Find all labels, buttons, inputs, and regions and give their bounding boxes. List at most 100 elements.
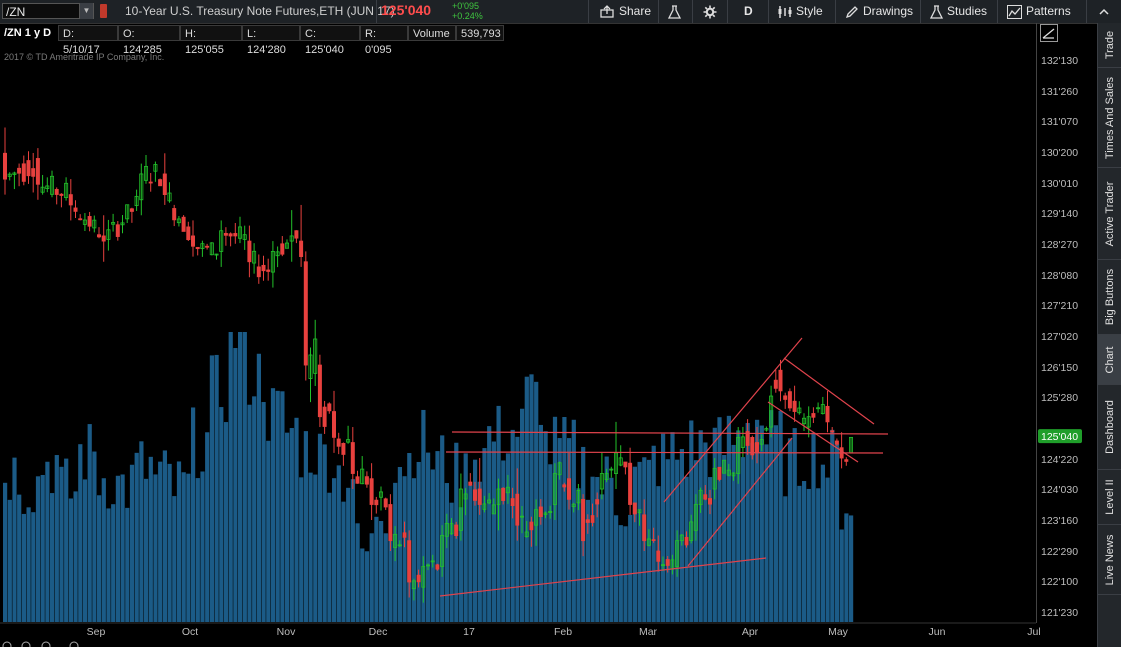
side-tab-label: Active Trader	[1103, 181, 1116, 246]
candle-body	[844, 459, 849, 462]
volume-bar	[750, 442, 755, 622]
candle-body	[538, 506, 543, 517]
volume-bar	[3, 482, 8, 622]
volume-bar	[87, 424, 92, 622]
volume-bar	[839, 529, 844, 622]
volume-bar	[811, 432, 816, 622]
time-tick-label: Dec	[369, 626, 388, 638]
side-tab-label: Dashboard	[1103, 400, 1116, 454]
side-tab-dashboard[interactable]: Dashboard	[1098, 385, 1121, 470]
volume-bar	[820, 464, 825, 622]
candle-body	[585, 519, 590, 523]
candle-body	[355, 476, 360, 484]
volume-bar	[341, 501, 346, 622]
volume-bar	[759, 425, 764, 622]
side-tab-times-and-sales[interactable]: Times And Sales	[1098, 68, 1121, 168]
candle-body	[834, 440, 839, 445]
candle-body	[402, 532, 407, 538]
time-tick-label: Apr	[742, 626, 759, 638]
candle-body	[327, 403, 332, 412]
volume-bar	[242, 332, 247, 622]
side-tab-trade[interactable]: Trade	[1098, 23, 1121, 68]
volume-bar	[40, 474, 45, 622]
side-tab-live-news[interactable]: Live News	[1098, 525, 1121, 595]
candle-body	[256, 266, 261, 278]
volume-bar	[665, 459, 670, 622]
candle-body	[708, 498, 713, 505]
side-tab-label: Times And Sales	[1103, 76, 1116, 159]
candle-body	[811, 413, 816, 418]
candle-body	[331, 411, 336, 438]
volume-bar	[233, 348, 238, 622]
price-tick-label: 124'030	[1041, 484, 1078, 496]
price-tick-label: 122'100	[1041, 576, 1078, 588]
price-tick-label: 127'020	[1041, 331, 1078, 343]
candle-body	[364, 476, 369, 485]
price-tick-label: 132'130	[1041, 55, 1078, 67]
candle-body	[510, 498, 515, 506]
candle-body	[162, 173, 167, 196]
volume-bar	[115, 475, 120, 622]
side-tab-active-trader[interactable]: Active Trader	[1098, 168, 1121, 260]
candle-body	[148, 181, 153, 184]
zoom-out-icon[interactable]	[2, 641, 12, 647]
zoom-in-icon[interactable]	[21, 641, 31, 647]
volume-bar	[35, 476, 41, 622]
volume-bar	[78, 444, 83, 622]
time-tick-label: Jul	[1027, 626, 1040, 638]
volume-bar	[92, 451, 97, 622]
volume-bar	[350, 479, 355, 622]
side-tab-chart[interactable]: Chart	[1098, 335, 1121, 385]
price-tick-label: 131'260	[1041, 86, 1078, 98]
volume-bar	[12, 457, 17, 622]
expand-icon[interactable]	[69, 641, 79, 647]
collapse-button[interactable]	[1098, 3, 1110, 20]
volume-bar	[181, 472, 186, 622]
volume-bar	[609, 477, 614, 622]
volume-bar	[693, 460, 699, 622]
reset-zoom-icon[interactable]	[41, 641, 51, 647]
volume-bar	[294, 417, 299, 622]
volume-bar	[50, 493, 55, 622]
volume-bar	[219, 407, 224, 622]
candle-body	[642, 514, 647, 542]
candle-body	[35, 158, 40, 185]
volume-bar	[802, 481, 807, 622]
candle-body	[299, 240, 304, 257]
volume-bar	[773, 425, 778, 622]
volume-bar	[844, 513, 849, 622]
volume-bar	[120, 474, 125, 622]
volume-bar	[332, 478, 337, 622]
volume-bar	[487, 426, 492, 622]
volume-bar	[571, 419, 576, 622]
volume-bar	[7, 499, 12, 622]
candle-body	[374, 499, 379, 506]
volume-bar	[158, 461, 163, 622]
side-tab-big-buttons[interactable]: Big Buttons	[1098, 260, 1121, 335]
time-tick-label: Feb	[554, 626, 572, 638]
drawing-tool-icon[interactable]	[1040, 24, 1058, 42]
volume-bar	[787, 438, 793, 622]
volume-bar	[816, 488, 821, 622]
candle-body	[223, 233, 228, 236]
volume-bar	[200, 471, 205, 622]
candle-body	[129, 208, 134, 212]
volume-bar	[299, 477, 304, 622]
volume-bar	[726, 415, 731, 622]
candle-body	[472, 489, 477, 501]
side-tab-label: Live News	[1103, 534, 1116, 585]
volume-bar	[825, 477, 830, 622]
volume-bar	[463, 453, 468, 622]
price-chart[interactable]: 132'130 131'260 131'070 130'200 130'010 129'1…	[0, 0, 1097, 647]
candle-body	[369, 478, 374, 505]
volume-bar	[618, 525, 623, 622]
candle-body	[651, 539, 656, 542]
volume-bar	[806, 488, 811, 622]
candle-body	[581, 498, 586, 542]
side-tab-level-ii[interactable]: Level II	[1098, 470, 1121, 525]
candle-body	[792, 400, 797, 412]
volume-bar	[214, 354, 219, 622]
candle-body	[247, 240, 252, 263]
candle-body	[101, 235, 106, 242]
volume-bar	[346, 487, 351, 622]
